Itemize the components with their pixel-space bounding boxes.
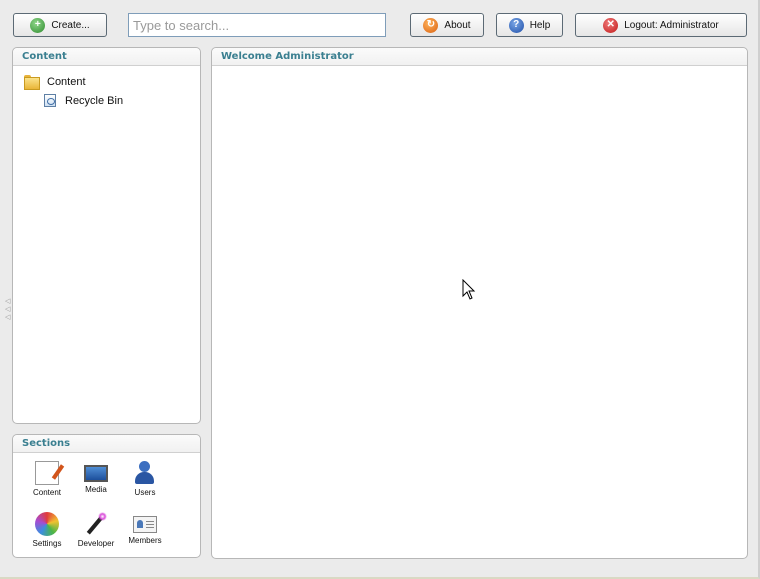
question-icon: ? — [508, 17, 524, 33]
plus-icon: + — [30, 17, 46, 33]
logout-button-label: Logout: Administrator — [624, 19, 719, 31]
refresh-icon: ↻ — [423, 17, 439, 33]
content-section-icon — [35, 461, 59, 485]
section-label: Members — [128, 536, 162, 545]
recycle-bin-icon — [44, 94, 56, 107]
section-media[interactable]: Media — [71, 461, 121, 494]
section-label: Content — [32, 488, 62, 497]
sections-panel: Sections Content Media Users Settings De… — [12, 434, 201, 558]
content-panel-title: Content — [13, 48, 200, 66]
help-button[interactable]: ? Help — [496, 13, 563, 37]
section-members[interactable]: Members — [120, 512, 170, 545]
close-icon: ✕ — [603, 17, 619, 33]
create-button-label: Create... — [51, 19, 90, 31]
logout-button[interactable]: ✕ Logout: Administrator — [575, 13, 747, 37]
content-tree-panel: Content Content Recycle Bin — [12, 47, 201, 424]
section-label: Users — [134, 488, 156, 497]
sections-panel-title: Sections — [13, 435, 200, 453]
search-input[interactable] — [128, 13, 386, 37]
section-users[interactable]: Users — [120, 461, 170, 497]
section-label: Developer — [77, 539, 115, 548]
folder-icon — [24, 75, 40, 90]
about-button[interactable]: ↻ About — [410, 13, 484, 37]
create-button[interactable]: + Create... — [13, 13, 107, 37]
tree-item-label: Content — [47, 75, 86, 88]
section-content[interactable]: Content — [22, 461, 72, 497]
panel-splitter-handle[interactable]: ◁ ◁ ◁ — [5, 298, 11, 324]
media-section-icon — [84, 465, 108, 482]
users-section-icon — [133, 461, 157, 485]
about-button-label: About — [444, 19, 471, 31]
settings-section-icon — [35, 512, 59, 536]
tree-item-content[interactable]: Content — [24, 75, 86, 90]
developer-section-icon — [84, 512, 108, 536]
section-settings[interactable]: Settings — [22, 512, 72, 548]
main-content-panel: Welcome Administrator — [211, 47, 748, 559]
mouse-cursor-icon — [462, 279, 476, 300]
members-section-icon — [133, 516, 157, 533]
section-label: Settings — [32, 539, 62, 548]
tree-item-recycle-bin[interactable]: Recycle Bin — [44, 94, 123, 107]
main-panel-title: Welcome Administrator — [212, 48, 747, 66]
section-developer[interactable]: Developer — [71, 512, 121, 548]
tree-item-label: Recycle Bin — [65, 94, 124, 107]
help-button-label: Help — [529, 19, 551, 31]
section-label: Media — [85, 485, 107, 494]
